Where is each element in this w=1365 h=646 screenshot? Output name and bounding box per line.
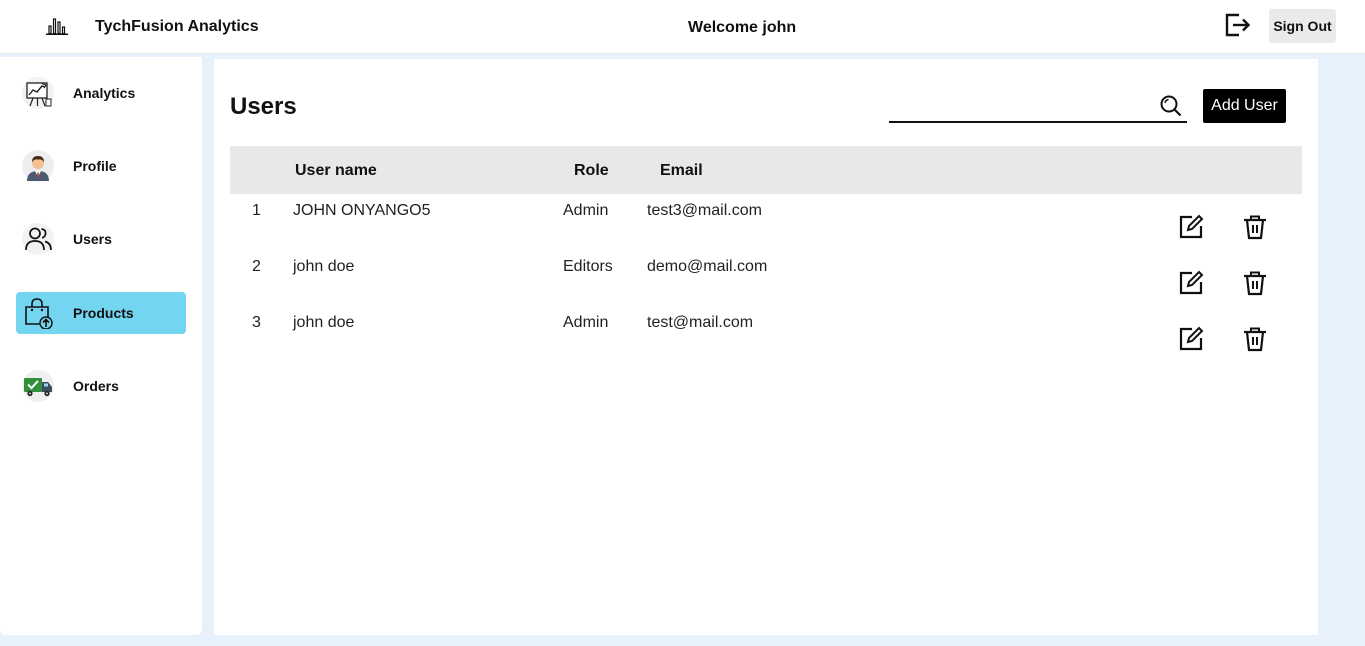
sidebar-item-label: Orders: [73, 378, 119, 394]
sidebar-item-label: Products: [73, 305, 134, 321]
sidebar-item-users[interactable]: Users: [16, 218, 186, 260]
table-row: 1 JOHN ONYANGO5 Admin test3@mail.com: [230, 194, 1302, 250]
role-cell: Editors: [563, 258, 613, 275]
app-title: TychFusion Analytics: [95, 18, 259, 35]
analytics-icon: [22, 77, 54, 109]
email-cell: test@mail.com: [647, 314, 754, 331]
search-icon[interactable]: [1159, 94, 1183, 118]
row-index: 1: [252, 202, 261, 219]
trash-icon[interactable]: [1242, 326, 1268, 352]
search-input[interactable]: [889, 89, 1151, 121]
logout-icon[interactable]: [1223, 11, 1251, 39]
trash-icon[interactable]: [1242, 270, 1268, 296]
sidebar-item-label: Profile: [73, 158, 117, 174]
column-header-email: Email: [660, 162, 703, 179]
email-cell: demo@mail.com: [647, 258, 768, 275]
delivery-truck-icon: [22, 370, 54, 402]
column-header-user-name: User name: [295, 162, 377, 179]
shopping-bag-icon: [25, 298, 53, 329]
role-cell: Admin: [563, 202, 609, 219]
add-user-button[interactable]: Add User: [1203, 89, 1286, 123]
sidebar-item-label: Analytics: [73, 85, 136, 101]
email-cell: test3@mail.com: [647, 202, 762, 219]
row-index: 2: [252, 258, 261, 275]
bar-chart-icon: [46, 18, 68, 35]
table-header: User name Role Email: [230, 146, 1302, 194]
edit-icon[interactable]: [1178, 270, 1204, 296]
page-title: Users: [230, 93, 297, 120]
sidebar: Analytics Profile Users Products Orders: [0, 57, 202, 635]
users-icon: [22, 223, 54, 255]
table-row: 2 john doe Editors demo@mail.com: [230, 250, 1302, 306]
welcome-message: Welcome john: [688, 19, 797, 36]
trash-icon[interactable]: [1242, 214, 1268, 240]
search-bar: [889, 89, 1187, 123]
sidebar-item-label: Users: [73, 231, 112, 247]
sidebar-item-profile[interactable]: Profile: [16, 145, 186, 187]
user-name-cell: john doe: [293, 314, 355, 331]
user-name-cell: john doe: [293, 258, 355, 275]
table-row: 3 john doe Admin test@mail.com: [230, 306, 1302, 362]
sign-out-button[interactable]: Sign Out: [1269, 9, 1336, 43]
profile-avatar-icon: [22, 150, 54, 182]
sidebar-item-analytics[interactable]: Analytics: [16, 72, 186, 114]
column-header-role: Role: [574, 162, 609, 179]
top-bar: TychFusion Analytics Welcome john Sign O…: [0, 0, 1365, 54]
user-name-cell: JOHN ONYANGO5: [293, 202, 431, 219]
edit-icon[interactable]: [1178, 326, 1204, 352]
sidebar-item-orders[interactable]: Orders: [16, 365, 186, 407]
sidebar-item-products[interactable]: Products: [16, 292, 186, 334]
role-cell: Admin: [563, 314, 609, 331]
row-index: 3: [252, 314, 261, 331]
edit-icon[interactable]: [1178, 214, 1204, 240]
main-panel: Users Add User User name Role Email 1 JO…: [214, 59, 1318, 635]
